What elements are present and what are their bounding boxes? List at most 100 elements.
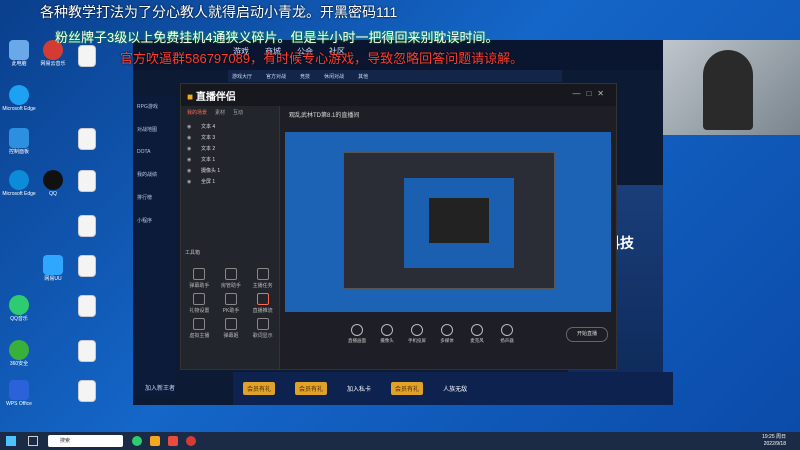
sidebar-item[interactable]: 对战地图 (133, 118, 175, 141)
edge-icon (9, 170, 29, 190)
file-icon[interactable] (70, 170, 104, 194)
desktop-icons: 此电脑 Microsoft Edge 网易云音乐 控制面板 QQ Microso… (0, 40, 100, 430)
app-icon[interactable] (150, 436, 160, 446)
file-icon[interactable] (70, 45, 104, 69)
join-card-button[interactable]: 加入私卡 (347, 384, 371, 393)
vip-gift-button[interactable]: 会员有礼 (391, 382, 424, 395)
sidebar-item[interactable]: 我的战绩 (133, 163, 175, 186)
overlay-line-3: 官方吹逼群586797089，有时候专心游戏，导致忽略回答问题请谅解。 (120, 51, 524, 66)
tool-icon (224, 293, 237, 305)
subnav-lobby[interactable]: 游戏大厅 (232, 73, 252, 80)
desktop-icon-4[interactable]: 控制面板 (2, 128, 36, 156)
start-live-button[interactable]: 开始直播 (566, 327, 608, 342)
app-icon[interactable] (168, 436, 178, 446)
window-controls: —□✕ (572, 89, 610, 98)
subnav-ranked[interactable]: 竞技 (300, 73, 310, 80)
file-icon[interactable] (70, 340, 104, 364)
file-icon[interactable] (70, 380, 104, 404)
start-icon[interactable] (6, 436, 16, 446)
tool-item[interactable]: PK助手 (217, 293, 246, 315)
camera-icon (381, 324, 393, 336)
tool-icon (256, 268, 269, 280)
camera-button[interactable]: 摄像头 (375, 324, 399, 344)
sidebar-item[interactable]: RPG游戏 (133, 95, 175, 118)
tool-icon (256, 293, 269, 305)
app-icon[interactable] (132, 436, 142, 446)
tool-item[interactable]: 虚拟主播 (185, 318, 214, 340)
human-invincible-label[interactable]: 人族无敌 (443, 384, 467, 393)
sidebar-item[interactable]: 小程序 (133, 209, 175, 232)
tool-icon (224, 318, 237, 330)
toolbox: 工具箱 弹幕助手 房管助手 主播任务 礼物设置 PK助手 直播推流 虚拟主播 弹… (185, 249, 277, 340)
tool-item[interactable]: 礼物设置 (185, 293, 214, 315)
taskbar-search[interactable]: 搜索 (48, 435, 123, 447)
file-icon[interactable] (70, 215, 104, 239)
layer-item[interactable]: 全屏 1 (181, 177, 279, 188)
tool-icon (193, 268, 206, 280)
layer-item[interactable]: 文本 3 (181, 133, 279, 144)
desktop-icon-5[interactable]: QQ (36, 170, 70, 198)
taskbar-clock[interactable]: 19:25 周日 2022/9/18 (762, 434, 786, 447)
vip-gift-button[interactable]: 会员有礼 (295, 382, 328, 395)
tool-item[interactable]: 歌词显示 (248, 318, 277, 340)
subnav-other[interactable]: 其他 (358, 73, 368, 80)
monitor-icon (351, 324, 363, 336)
computer-icon (9, 40, 29, 60)
streamer-app-window: ■ 直播伴侣 —□✕ 我的场景 素材 互动 文本 4 文本 3 文本 2 文本 … (180, 83, 617, 370)
play-icon (441, 324, 453, 336)
subnav-official[interactable]: 官方对战 (266, 73, 286, 80)
tab-assets[interactable]: 素材 (215, 109, 225, 116)
sidebar-item[interactable]: 排行榜 (133, 186, 175, 209)
tool-item[interactable]: 弹幕姬 (217, 318, 246, 340)
media-button[interactable]: 多媒体 (435, 324, 459, 344)
desktop-icon-10[interactable]: WPS Office (2, 380, 36, 408)
toolbox-title: 工具箱 (185, 250, 201, 256)
layer-item[interactable]: 文本 4 (181, 122, 279, 133)
minimize-icon[interactable]: — (572, 89, 586, 98)
vip-gift-button[interactable]: 会员有礼 (243, 382, 276, 395)
phone-cast-button[interactable]: 手机投屏 (405, 324, 429, 344)
tool-item[interactable]: 房管助手 (217, 268, 246, 290)
music-icon (9, 295, 29, 315)
file-icon[interactable] (70, 128, 104, 152)
maximize-icon[interactable]: □ (586, 89, 597, 98)
control-bar: 直播画面 摄像头 手机投屏 多媒体 麦克风 扬声器 (285, 324, 675, 354)
subnav-casual[interactable]: 休闲对战 (324, 73, 344, 80)
layer-list: 文本 4 文本 3 文本 2 文本 1 摄像头 1 全屏 1 (181, 122, 279, 188)
phone-icon (411, 324, 423, 336)
mic-button[interactable]: 麦克风 (465, 324, 489, 344)
stream-preview[interactable] (285, 132, 611, 312)
control-panel-icon (9, 128, 29, 148)
layer-item[interactable]: 文本 1 (181, 155, 279, 166)
add-friend-button[interactable]: 加入新王者 (145, 383, 175, 392)
toolbox-grid: 弹幕助手 房管助手 主播任务 礼物设置 PK助手 直播推流 虚拟主播 弹幕姬 歌… (185, 268, 277, 340)
task-view-icon[interactable] (28, 436, 38, 446)
layer-item[interactable]: 摄像头 1 (181, 166, 279, 177)
tab-interact[interactable]: 互动 (233, 109, 243, 116)
file-icon[interactable] (70, 295, 104, 319)
tab-scenes[interactable]: 我的场景 (187, 109, 207, 116)
qq-icon (43, 170, 63, 190)
desktop-icon-2[interactable]: Microsoft Edge (2, 85, 36, 113)
close-icon[interactable]: ✕ (597, 89, 610, 98)
nested-preview-core (429, 198, 489, 243)
overlay-line-1: 各种教学打法为了分心教人就得启动小青龙。开黑密码111 (40, 4, 398, 20)
tool-item[interactable]: 弹幕助手 (185, 268, 214, 290)
scene-panel: 我的场景 素材 互动 文本 4 文本 3 文本 2 文本 1 摄像头 1 全屏 … (181, 106, 280, 369)
nested-preview-inner (404, 178, 514, 268)
game-bottom-strip: 会员有礼 会员有礼 加入私卡 会员有礼 人族无敌 (233, 372, 673, 405)
tool-item[interactable]: 主播任务 (248, 268, 277, 290)
tool-item[interactable]: 直播推流 (248, 293, 277, 315)
desktop-icon-1[interactable]: 此电脑 (2, 40, 36, 68)
logo-mark-icon: ■ (187, 92, 194, 103)
desktop-icon-9[interactable]: 360安全 (2, 340, 36, 368)
sidebar-item[interactable]: DOTA (133, 141, 175, 163)
layer-item[interactable]: 文本 2 (181, 144, 279, 155)
desktop-icon-6[interactable]: Microsoft Edge (2, 170, 36, 198)
file-icon[interactable] (70, 255, 104, 279)
speaker-button[interactable]: 扬声器 (495, 324, 519, 344)
desktop-icon-7[interactable]: 网易UU (36, 255, 70, 283)
desktop-icon-8[interactable]: QQ音乐 (2, 295, 36, 323)
app-icon[interactable] (186, 436, 196, 446)
scene-button[interactable]: 直播画面 (345, 324, 369, 344)
